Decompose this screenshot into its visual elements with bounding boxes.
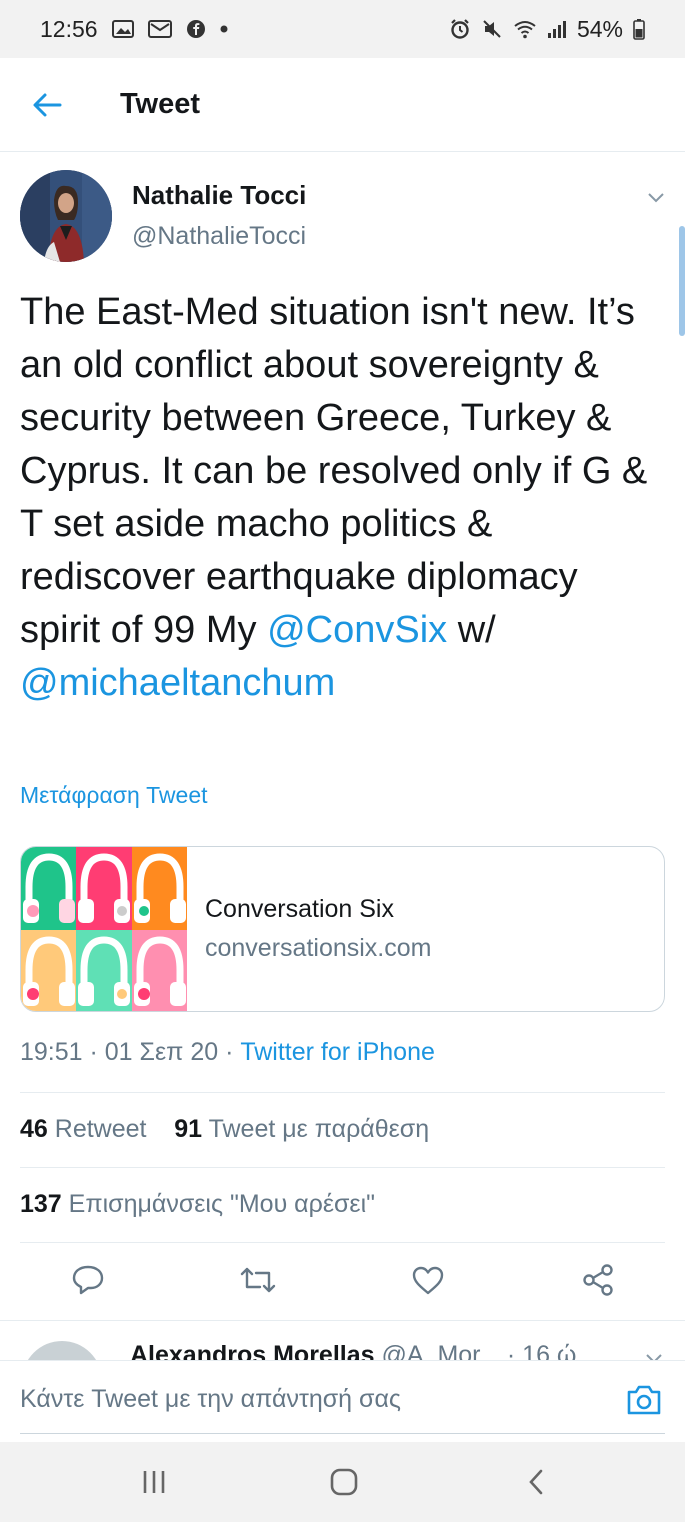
back-arrow-icon[interactable] bbox=[30, 88, 64, 122]
recent-apps-icon[interactable] bbox=[134, 1464, 174, 1500]
mention-link[interactable]: @ConvSix bbox=[267, 609, 447, 651]
back-icon[interactable] bbox=[516, 1464, 556, 1500]
chevron-down-icon[interactable] bbox=[643, 1347, 665, 1360]
reply-author[interactable]: Alexandros Morellas @A_Mor... · 16 ώ bbox=[130, 1341, 576, 1360]
headphones-tile bbox=[131, 847, 187, 930]
battery-icon bbox=[633, 18, 645, 40]
retweet-stats: 46 Retweet 91 Tweet με παράθεση bbox=[20, 1115, 429, 1144]
reply-author-name: Alexandros Morellas bbox=[130, 1341, 375, 1360]
tweet-actions bbox=[0, 1246, 685, 1316]
system-nav-bar bbox=[0, 1442, 685, 1522]
retweet-icon[interactable] bbox=[238, 1260, 278, 1300]
reply-input[interactable]: Κάντε Tweet με την απάντησή σας bbox=[20, 1385, 401, 1414]
likes-count: 137 bbox=[20, 1190, 62, 1218]
retweets-label: Retweet bbox=[54, 1115, 147, 1143]
headphones-tile bbox=[76, 847, 132, 930]
share-icon[interactable] bbox=[578, 1260, 618, 1300]
signal-icon bbox=[547, 19, 567, 39]
reply-icon[interactable] bbox=[68, 1260, 108, 1300]
reply-author-handle: @A_Mor... · 16 ώ bbox=[381, 1341, 577, 1360]
alarm-icon bbox=[449, 18, 471, 40]
source-link[interactable]: Twitter for iPhone bbox=[240, 1038, 435, 1066]
divider bbox=[20, 1167, 665, 1168]
author-name[interactable]: Nathalie Tocci bbox=[132, 180, 306, 211]
divider bbox=[20, 1092, 665, 1093]
image-icon bbox=[111, 19, 134, 39]
mention-link[interactable]: @michaeltanchum bbox=[20, 662, 335, 704]
tweet-body-joiner: w/ bbox=[447, 609, 496, 651]
tweet-meta: 19:51 · 01 Σεπ 20 · Twitter for iPhone bbox=[20, 1038, 435, 1067]
status-bar: 12:56 54% bbox=[0, 0, 685, 58]
home-icon[interactable] bbox=[324, 1464, 364, 1500]
likes-label: Επισημάνσεις "Μου αρέσει" bbox=[68, 1190, 376, 1218]
author-handle[interactable]: @NathalieTocci bbox=[132, 222, 306, 251]
mute-icon bbox=[481, 18, 503, 40]
reply-item[interactable]: Alexandros Morellas @A_Mor... · 16 ώ bbox=[0, 1320, 685, 1360]
divider bbox=[20, 1242, 665, 1243]
clock: 12:56 bbox=[40, 15, 98, 42]
card-domain: conversationsix.com bbox=[205, 934, 432, 962]
translate-tweet-link[interactable]: Μετάφραση Tweet bbox=[20, 782, 208, 809]
headphones-tile bbox=[76, 930, 132, 1011]
battery-percent: 54% bbox=[576, 15, 623, 42]
link-card[interactable]: Conversation Six conversationsix.com bbox=[20, 846, 665, 1012]
mail-icon bbox=[147, 19, 172, 39]
quotes-label: Tweet με παράθεση bbox=[208, 1115, 430, 1143]
page-title: Tweet bbox=[120, 88, 201, 120]
avatar[interactable] bbox=[20, 170, 112, 262]
tweet-body: The East-Med situation isn't new. It’s a… bbox=[20, 291, 648, 651]
card-title: Conversation Six bbox=[205, 895, 394, 923]
divider bbox=[20, 1433, 665, 1434]
avatar[interactable] bbox=[22, 1341, 102, 1360]
top-app-bar: Tweet bbox=[0, 58, 685, 152]
like-icon[interactable] bbox=[408, 1260, 448, 1300]
quotes-link[interactable]: 91 Tweet με παράθεση bbox=[174, 1115, 429, 1143]
headphones-tile bbox=[21, 847, 77, 930]
headphones-tile bbox=[131, 930, 187, 1011]
camera-icon[interactable] bbox=[625, 1383, 663, 1421]
dot-icon bbox=[220, 25, 228, 33]
reply-composer[interactable]: Κάντε Tweet με την απάντησή σας bbox=[0, 1360, 685, 1440]
retweets-count: 46 bbox=[20, 1115, 48, 1143]
likes-link[interactable]: 137 Επισημάνσεις "Μου αρέσει" bbox=[20, 1190, 375, 1219]
headphones-tile bbox=[21, 930, 77, 1011]
timestamp: 19:51 · 01 Σεπ 20 · bbox=[20, 1038, 241, 1066]
retweets-link[interactable]: 46 Retweet bbox=[20, 1115, 146, 1143]
wifi-icon bbox=[513, 19, 537, 39]
card-text: Conversation Six conversationsix.com bbox=[187, 847, 431, 1011]
card-thumbnail bbox=[21, 847, 187, 1011]
scrollbar[interactable] bbox=[679, 226, 685, 336]
chevron-down-icon[interactable] bbox=[645, 186, 667, 208]
facebook-icon bbox=[186, 19, 206, 39]
tweet-text: The East-Med situation isn't new. It’s a… bbox=[20, 286, 660, 710]
quotes-count: 91 bbox=[174, 1115, 203, 1143]
